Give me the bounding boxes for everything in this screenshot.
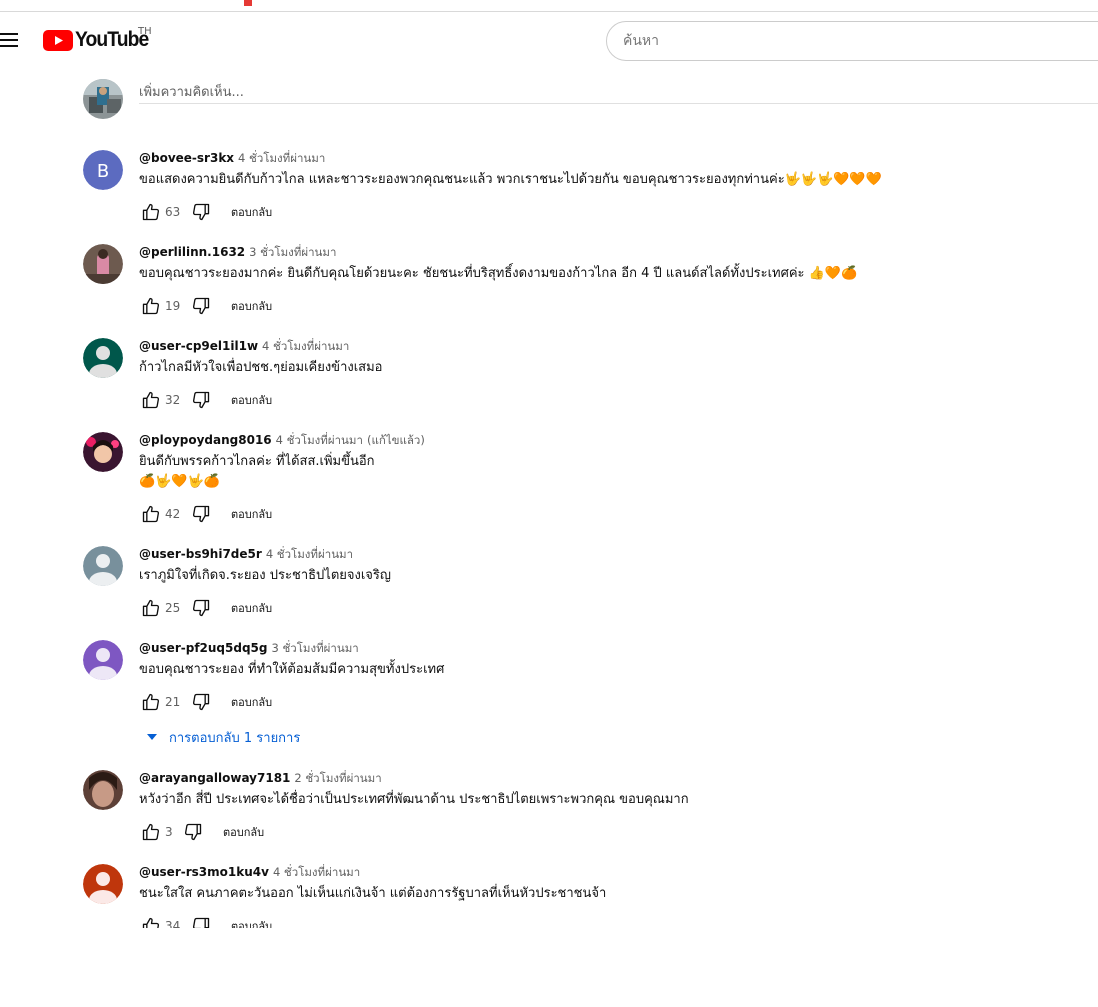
reply-button[interactable]: ตอบกลับ xyxy=(223,823,264,841)
caret-down-icon xyxy=(147,734,157,740)
avatar[interactable] xyxy=(83,546,123,586)
avatar[interactable] xyxy=(83,338,123,378)
like-button[interactable] xyxy=(139,388,163,412)
dislike-button[interactable] xyxy=(189,596,213,620)
thumbs-down-icon xyxy=(184,823,202,841)
comment-author[interactable]: @perlilinn.1632 xyxy=(139,245,245,259)
reply-button[interactable]: ตอบกลับ xyxy=(231,391,272,409)
like-count: 3 xyxy=(165,825,173,839)
dislike-button[interactable] xyxy=(189,690,213,714)
comment-text: ยินดีกับพรรคก้าวไกลค่ะ ที่ได้สส.เพิ่มขึ้… xyxy=(139,454,375,469)
like-button[interactable] xyxy=(139,294,163,318)
avatar[interactable] xyxy=(83,864,123,904)
edited-label: (แก้ไขแล้ว) xyxy=(366,433,425,447)
like-button[interactable] xyxy=(139,914,163,928)
dislike-button[interactable] xyxy=(189,200,213,224)
comment-author[interactable]: @user-rs3mo1ku4v xyxy=(139,865,269,879)
dislike-button[interactable] xyxy=(189,388,213,412)
comment-text: ก้าวไกลมีหัวใจเพื่อปชช.ๆย่อมเคียงข้างเสม… xyxy=(139,360,383,375)
comment-author[interactable]: @user-cp9el1il1w xyxy=(139,339,258,353)
thumbs-down-icon xyxy=(192,297,210,315)
comment-text: ขอบคุณชาวระยองมากค่ะ ยินดีกับคุณโยด้วยนะ… xyxy=(139,266,858,281)
like-count: 32 xyxy=(165,393,181,407)
comment-text: หวังว่าอีก สี่ปี ประเทศจะได้ชื่อว่าเป็นป… xyxy=(139,792,689,807)
comment-time[interactable]: 4 ชั่วโมงที่ผ่านมา xyxy=(238,151,325,165)
thumbs-up-icon xyxy=(142,917,160,928)
avatar[interactable] xyxy=(83,244,123,284)
comment-text: ขอแสดงความยินดีกับก้าวไกล แหละชาวระยองพว… xyxy=(139,172,882,187)
comment-time[interactable]: 3 ชั่วโมงที่ผ่านมา xyxy=(249,245,336,259)
thumbs-up-icon xyxy=(142,599,160,617)
comment-time[interactable]: 3 ชั่วโมงที่ผ่านมา xyxy=(271,641,358,655)
dislike-button[interactable] xyxy=(189,502,213,526)
avatar[interactable] xyxy=(83,640,123,680)
comment-time[interactable]: 4 ชั่วโมงที่ผ่านมา xyxy=(262,339,349,353)
thumbs-down-icon xyxy=(192,599,210,617)
comment-author[interactable]: @arayangalloway7181 xyxy=(139,771,290,785)
reply-button[interactable]: ตอบกลับ xyxy=(231,693,272,711)
thumbs-down-icon xyxy=(192,917,210,928)
like-count: 21 xyxy=(165,695,181,709)
current-user-avatar xyxy=(83,79,123,119)
avatar[interactable] xyxy=(83,432,123,472)
comments-viewport: เพิ่มความคิดเห็น... B @bovee-sr3kx 4 ชั่ว… xyxy=(0,0,1098,928)
comment-author[interactable]: @user-bs9hi7de5r xyxy=(139,547,262,561)
like-count: 19 xyxy=(165,299,181,313)
thumbs-up-icon xyxy=(142,203,160,221)
reply-button[interactable]: ตอบกลับ xyxy=(231,203,272,221)
view-replies-button[interactable]: การตอบกลับ 1 รายการ xyxy=(143,727,300,747)
like-button[interactable] xyxy=(139,200,163,224)
view-replies-label: การตอบกลับ 1 รายการ xyxy=(169,730,301,746)
add-comment-box: เพิ่มความคิดเห็น... xyxy=(83,79,1098,119)
like-button[interactable] xyxy=(139,690,163,714)
like-count: 25 xyxy=(165,601,181,615)
reply-button[interactable]: ตอบกลับ xyxy=(231,505,272,523)
comment-author[interactable]: @bovee-sr3kx xyxy=(139,151,234,165)
avatar[interactable] xyxy=(83,770,123,810)
comment-time[interactable]: 2 ชั่วโมงที่ผ่านมา xyxy=(294,771,381,785)
comment-time[interactable]: 4 ชั่วโมงที่ผ่านมา xyxy=(266,547,353,561)
comment-time[interactable]: 4 ชั่วโมงที่ผ่านมา xyxy=(276,433,363,447)
dislike-button[interactable] xyxy=(189,914,213,928)
avatar[interactable]: B xyxy=(83,150,123,190)
comment-text: เราภูมิใจที่เกิดจ.ระยอง ประชาธิปไตยจงเจร… xyxy=(139,568,391,583)
add-comment-field[interactable]: เพิ่มความคิดเห็น... xyxy=(139,79,1098,104)
thumbs-down-icon xyxy=(192,693,210,711)
like-count: 42 xyxy=(165,507,181,521)
thumbs-down-icon xyxy=(192,391,210,409)
thumbs-up-icon xyxy=(142,505,160,523)
thumbs-up-icon xyxy=(142,391,160,409)
reply-button[interactable]: ตอบกลับ xyxy=(231,917,272,928)
reply-button[interactable]: ตอบกลับ xyxy=(231,599,272,617)
thumbs-down-icon xyxy=(192,203,210,221)
reply-button[interactable]: ตอบกลับ xyxy=(231,297,272,315)
comment-text-line2: 🍊🤟🧡🤟🍊 xyxy=(139,474,220,489)
thumbs-up-icon xyxy=(142,297,160,315)
avatar-letter: B xyxy=(97,161,109,182)
dislike-button[interactable] xyxy=(181,820,205,844)
thumbs-up-icon xyxy=(142,823,160,841)
like-button[interactable] xyxy=(139,502,163,526)
like-count: 34 xyxy=(165,919,181,928)
dislike-button[interactable] xyxy=(189,294,213,318)
comment-time[interactable]: 4 ชั่วโมงที่ผ่านมา xyxy=(273,865,360,879)
comment-text: ขอบคุณชาวระยอง ที่ทำให้ต้อมส้มมีความสุขท… xyxy=(139,662,445,677)
comment-author[interactable]: @user-pf2uq5dq5g xyxy=(139,641,267,655)
like-count: 63 xyxy=(165,205,181,219)
comment-text: ชนะใสใส คนภาคตะวันออก ไม่เห็นแก่เงินจ้า … xyxy=(139,886,607,901)
thumbs-down-icon xyxy=(192,505,210,523)
like-button[interactable] xyxy=(139,596,163,620)
thumbs-up-icon xyxy=(142,693,160,711)
comment-author[interactable]: @ploypoydang8016 xyxy=(139,433,272,447)
like-button[interactable] xyxy=(139,820,163,844)
